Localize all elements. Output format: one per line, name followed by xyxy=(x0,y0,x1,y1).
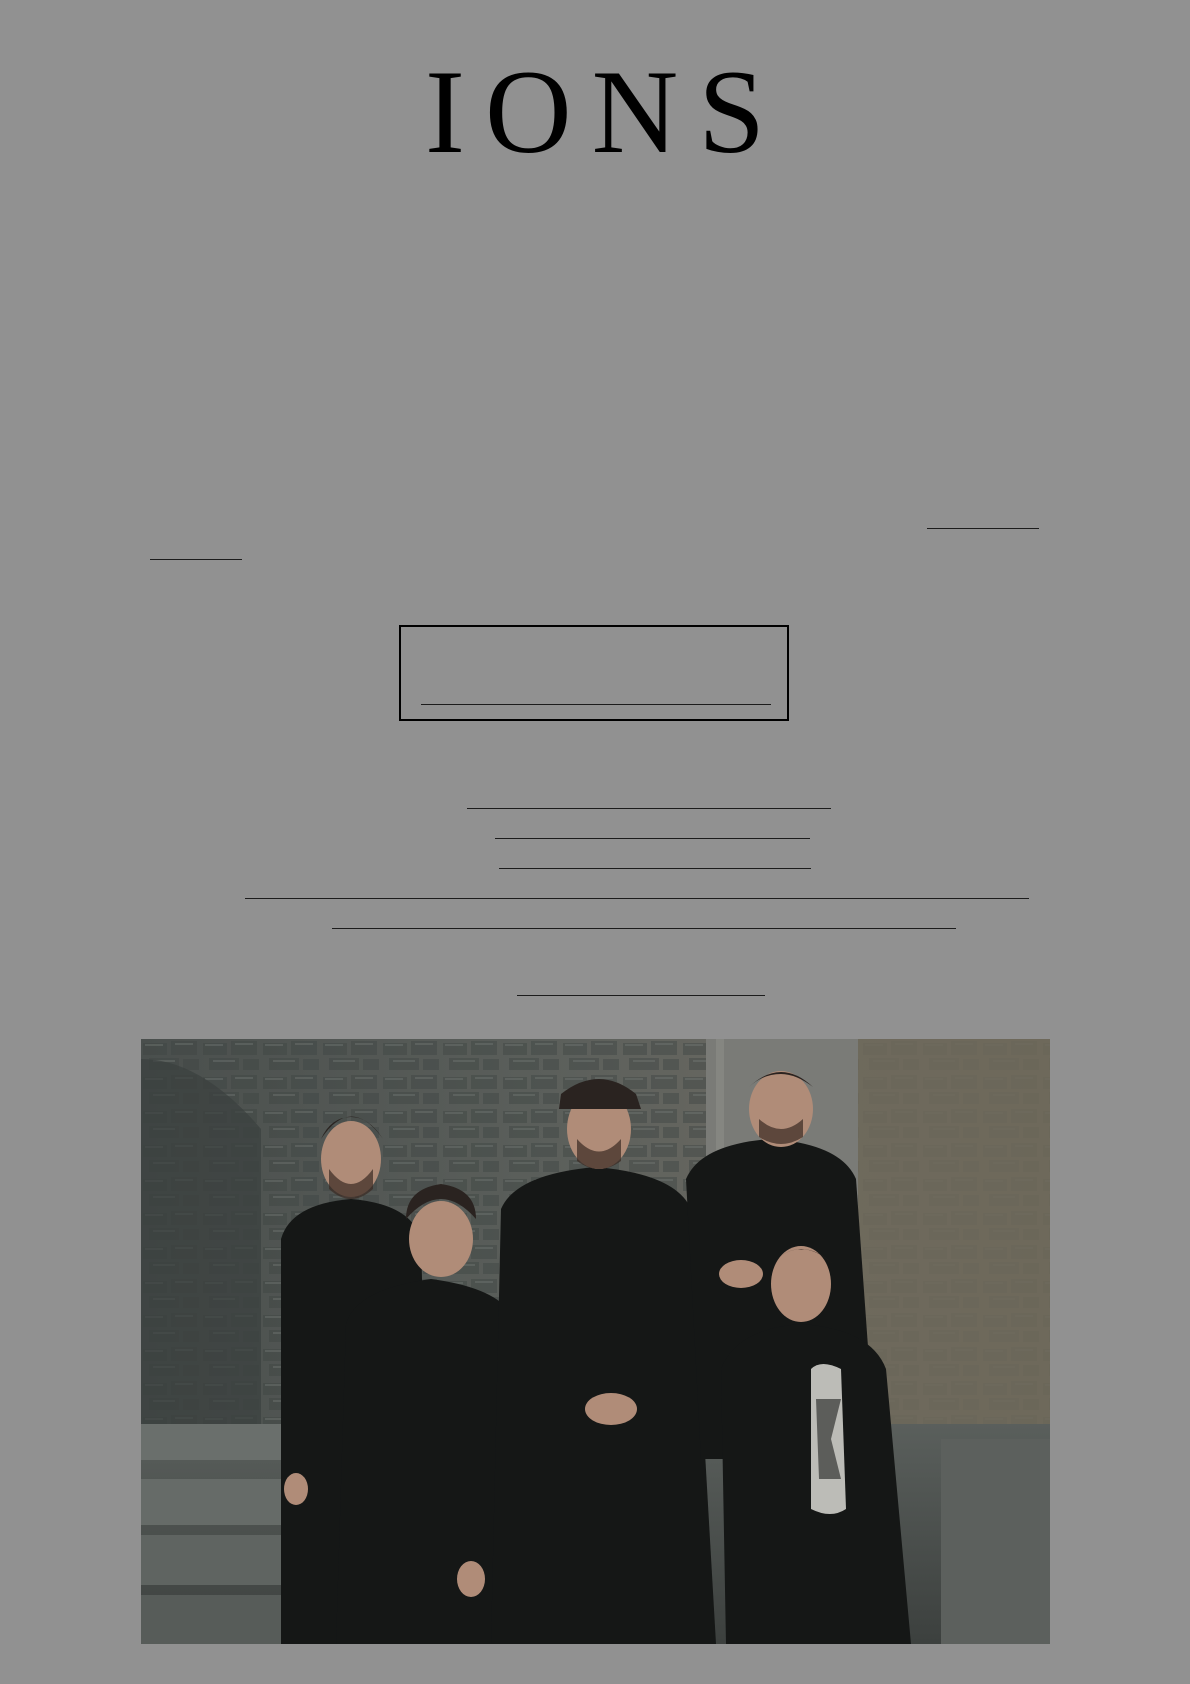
link-4[interactable] xyxy=(245,898,1029,899)
link-5[interactable] xyxy=(332,928,956,929)
cta-button-label xyxy=(421,704,771,705)
intro-link-1[interactable] xyxy=(927,528,1039,529)
band-photo xyxy=(141,1039,1050,1644)
link-3[interactable] xyxy=(499,868,811,869)
cta-button[interactable] xyxy=(399,625,789,721)
link-1[interactable] xyxy=(467,808,831,809)
link-2[interactable] xyxy=(495,838,810,839)
intro-link-2[interactable] xyxy=(150,559,242,560)
band-logo[interactable]: IONS xyxy=(0,52,1190,172)
footer-link[interactable] xyxy=(517,995,765,996)
